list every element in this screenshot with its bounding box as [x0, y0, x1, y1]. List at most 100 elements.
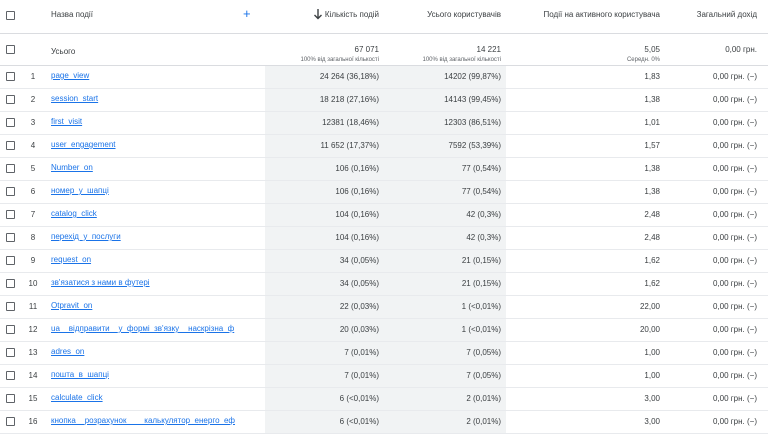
event-count-header[interactable]: Кількість подій	[325, 10, 379, 19]
totals-checkbox[interactable]	[6, 45, 15, 54]
row-checkbox[interactable]	[6, 95, 15, 104]
total-users-cell: 42 (0,3%)	[466, 233, 501, 242]
total-users-cell: 12303 (86,51%)	[444, 118, 501, 127]
row-number: 4	[30, 141, 36, 150]
row-checkbox[interactable]	[6, 279, 15, 288]
revenue-cell: 0,00 грн. (−)	[712, 279, 757, 288]
row-number: 14	[28, 371, 38, 380]
total-users-cell: 77 (0,54%)	[461, 187, 501, 196]
table-body: 1 page_view 24 264 (36,18%) 14202 (99,87%) 1…	[0, 66, 768, 434]
total-users-cell: 77 (0,54%)	[461, 164, 501, 173]
row-number: 13	[28, 348, 38, 357]
event-count-cell: 106 (0,16%)	[335, 187, 379, 196]
row-number: 3	[30, 118, 36, 127]
revenue-cell: 0,00 грн. (−)	[712, 95, 757, 104]
event-name-link[interactable]: request_on	[51, 255, 91, 264]
row-checkbox[interactable]	[6, 325, 15, 334]
table-row: 10 зв'язатися з нами в футері 34 (0,05%) 21…	[0, 273, 768, 296]
row-checkbox[interactable]	[6, 256, 15, 265]
events-per-user-cell: 1,38	[644, 187, 660, 196]
event-name-link[interactable]: catalog_click	[51, 209, 97, 218]
event-name-link[interactable]: Number_on	[51, 163, 93, 172]
revenue-cell: 0,00 грн. (−)	[712, 164, 757, 173]
row-number: 2	[30, 95, 36, 104]
revenue-cell: 0,00 грн. (−)	[712, 72, 757, 81]
row-checkbox[interactable]	[6, 118, 15, 127]
event-name-link[interactable]: зв'язатися з нами в футері	[51, 278, 150, 287]
table-row: 1 page_view 24 264 (36,18%) 14202 (99,87%) 1…	[0, 66, 768, 89]
row-number: 9	[30, 256, 36, 265]
row-checkbox[interactable]	[6, 302, 15, 311]
row-number: 1	[30, 72, 36, 81]
row-number: 5	[30, 164, 36, 173]
row-checkbox[interactable]	[6, 417, 15, 426]
table-row: 16 кнопка__розрахунок____калькулятор_енер…	[0, 411, 768, 434]
add-dimension-button[interactable]: +	[243, 6, 251, 21]
revenue-cell: 0,00 грн. (−)	[712, 141, 757, 150]
total-users-cell: 14143 (99,45%)	[444, 95, 501, 104]
event-name-link[interactable]: перехід_у_послуги	[51, 232, 121, 241]
events-per-user-cell: 1,00	[644, 348, 660, 357]
events-per-user-cell: 1,83	[644, 72, 660, 81]
row-checkbox[interactable]	[6, 141, 15, 150]
select-all-checkbox[interactable]	[6, 11, 15, 20]
event-name-link[interactable]: first_visit	[51, 117, 82, 126]
event-count-cell: 24 264 (36,18%)	[319, 72, 379, 81]
event-name-link[interactable]: пошта_в_шапці	[51, 370, 109, 379]
events-per-user-cell: 1,38	[644, 95, 660, 104]
totals-users: 14 221	[476, 45, 501, 54]
row-checkbox[interactable]	[6, 187, 15, 196]
table-row: 14 пошта_в_шапці 7 (0,01%) 7 (0,05%) 1,00 0,0…	[0, 365, 768, 388]
row-number: 11	[28, 302, 38, 311]
event-name-link[interactable]: номер_у_шапці	[51, 186, 109, 195]
events-per-user-cell: 1,57	[644, 141, 660, 150]
events-per-user-cell: 1,00	[644, 371, 660, 380]
totals-events-per-user-sub: Середн. 0%	[626, 57, 660, 63]
event-count-cell: 104 (0,16%)	[335, 233, 379, 242]
events-per-user-header[interactable]: Події на активного користувача	[544, 10, 660, 19]
row-checkbox[interactable]	[6, 72, 15, 81]
total-users-cell: 7592 (53,39%)	[448, 141, 501, 150]
event-name-link[interactable]: session_start	[51, 94, 98, 103]
row-number: 6	[30, 187, 36, 196]
event-name-link[interactable]: user_engagement	[51, 140, 116, 149]
revenue-cell: 0,00 грн. (−)	[712, 233, 757, 242]
total-revenue-header[interactable]: Загальний дохід	[697, 10, 757, 19]
revenue-cell: 0,00 грн. (−)	[712, 256, 757, 265]
row-checkbox[interactable]	[6, 164, 15, 173]
event-name-link[interactable]: кнопка__розрахунок____калькулятор_енерго…	[51, 416, 235, 425]
row-checkbox[interactable]	[6, 394, 15, 403]
event-count-cell: 18 218 (27,16%)	[319, 95, 379, 104]
row-number: 15	[28, 394, 38, 403]
table-row: 15 calculate_click 6 (<0,01%) 2 (0,01%) 3,00…	[0, 388, 768, 411]
revenue-cell: 0,00 грн. (−)	[712, 302, 757, 311]
events-per-user-cell: 1,62	[644, 279, 660, 288]
row-checkbox[interactable]	[6, 348, 15, 357]
total-users-header[interactable]: Усього користувачів	[427, 10, 501, 19]
row-number: 7	[30, 210, 36, 219]
revenue-cell: 0,00 грн. (−)	[712, 417, 757, 426]
sort-down-arrow-icon[interactable]	[313, 8, 323, 20]
event-name-link[interactable]: calculate_click	[51, 393, 103, 402]
events-per-user-cell: 1,62	[644, 256, 660, 265]
event-name-link[interactable]: Otpravit_on	[51, 301, 92, 310]
totals-event-count-sub: 100% від загальної кількості	[300, 57, 380, 63]
revenue-cell: 0,00 грн. (−)	[712, 325, 757, 334]
event-name-link[interactable]: adres_on	[51, 347, 84, 356]
table-row: 11 Otpravit_on 22 (0,03%) 1 (<0,01%) 22,00 0,…	[0, 296, 768, 319]
revenue-cell: 0,00 грн. (−)	[712, 210, 757, 219]
event-name-link[interactable]: page_view	[51, 71, 89, 80]
event-name-link[interactable]: ua__відправити__у_формі_зв'язку__наскріз…	[51, 324, 234, 333]
revenue-cell: 0,00 грн. (−)	[712, 187, 757, 196]
revenue-cell: 0,00 грн. (−)	[712, 394, 757, 403]
revenue-cell: 0,00 грн. (−)	[712, 371, 757, 380]
event-count-cell: 106 (0,16%)	[335, 164, 379, 173]
table-row: 7 catalog_click 104 (0,16%) 42 (0,3%) 2,48 0,…	[0, 204, 768, 227]
total-users-cell: 7 (0,05%)	[466, 371, 501, 380]
row-checkbox[interactable]	[6, 210, 15, 219]
row-checkbox[interactable]	[6, 233, 15, 242]
event-name-header[interactable]: Назва події	[51, 10, 93, 19]
events-per-user-cell: 2,48	[644, 210, 660, 219]
row-checkbox[interactable]	[6, 371, 15, 380]
event-count-cell: 104 (0,16%)	[335, 210, 379, 219]
